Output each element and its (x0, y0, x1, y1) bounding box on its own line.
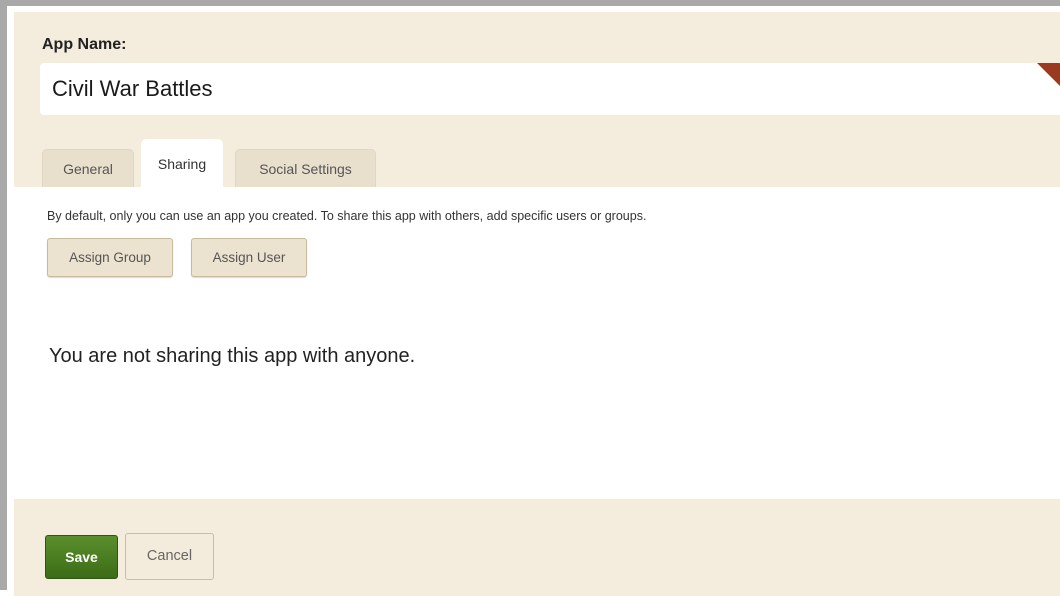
tab-general[interactable]: General (42, 149, 134, 187)
sharing-description: By default, only you can use an app you … (47, 209, 647, 223)
empty-sharing-message: You are not sharing this app with anyone… (49, 345, 416, 367)
app-name-value[interactable]: Civil War Battles (52, 76, 213, 102)
app-name-label: App Name: (42, 36, 127, 53)
cancel-button[interactable]: Cancel (125, 533, 214, 580)
tab-social-settings[interactable]: Social Settings (235, 149, 376, 187)
assign-group-button[interactable]: Assign Group (47, 238, 173, 277)
sharing-panel: By default, only you can use an app you … (14, 187, 1060, 499)
form-footer: Save Cancel (14, 499, 1060, 596)
assign-user-button[interactable]: Assign User (191, 238, 307, 277)
app-editor-window: App Name: Civil War Battles General Shar… (0, 0, 1060, 596)
corner-flag-icon (1037, 63, 1060, 89)
save-button[interactable]: Save (45, 535, 118, 579)
app-name-input[interactable]: Civil War Battles (40, 63, 1060, 115)
app-header: App Name: Civil War Battles General Shar… (14, 12, 1060, 188)
tab-sharing[interactable]: Sharing (141, 139, 223, 188)
